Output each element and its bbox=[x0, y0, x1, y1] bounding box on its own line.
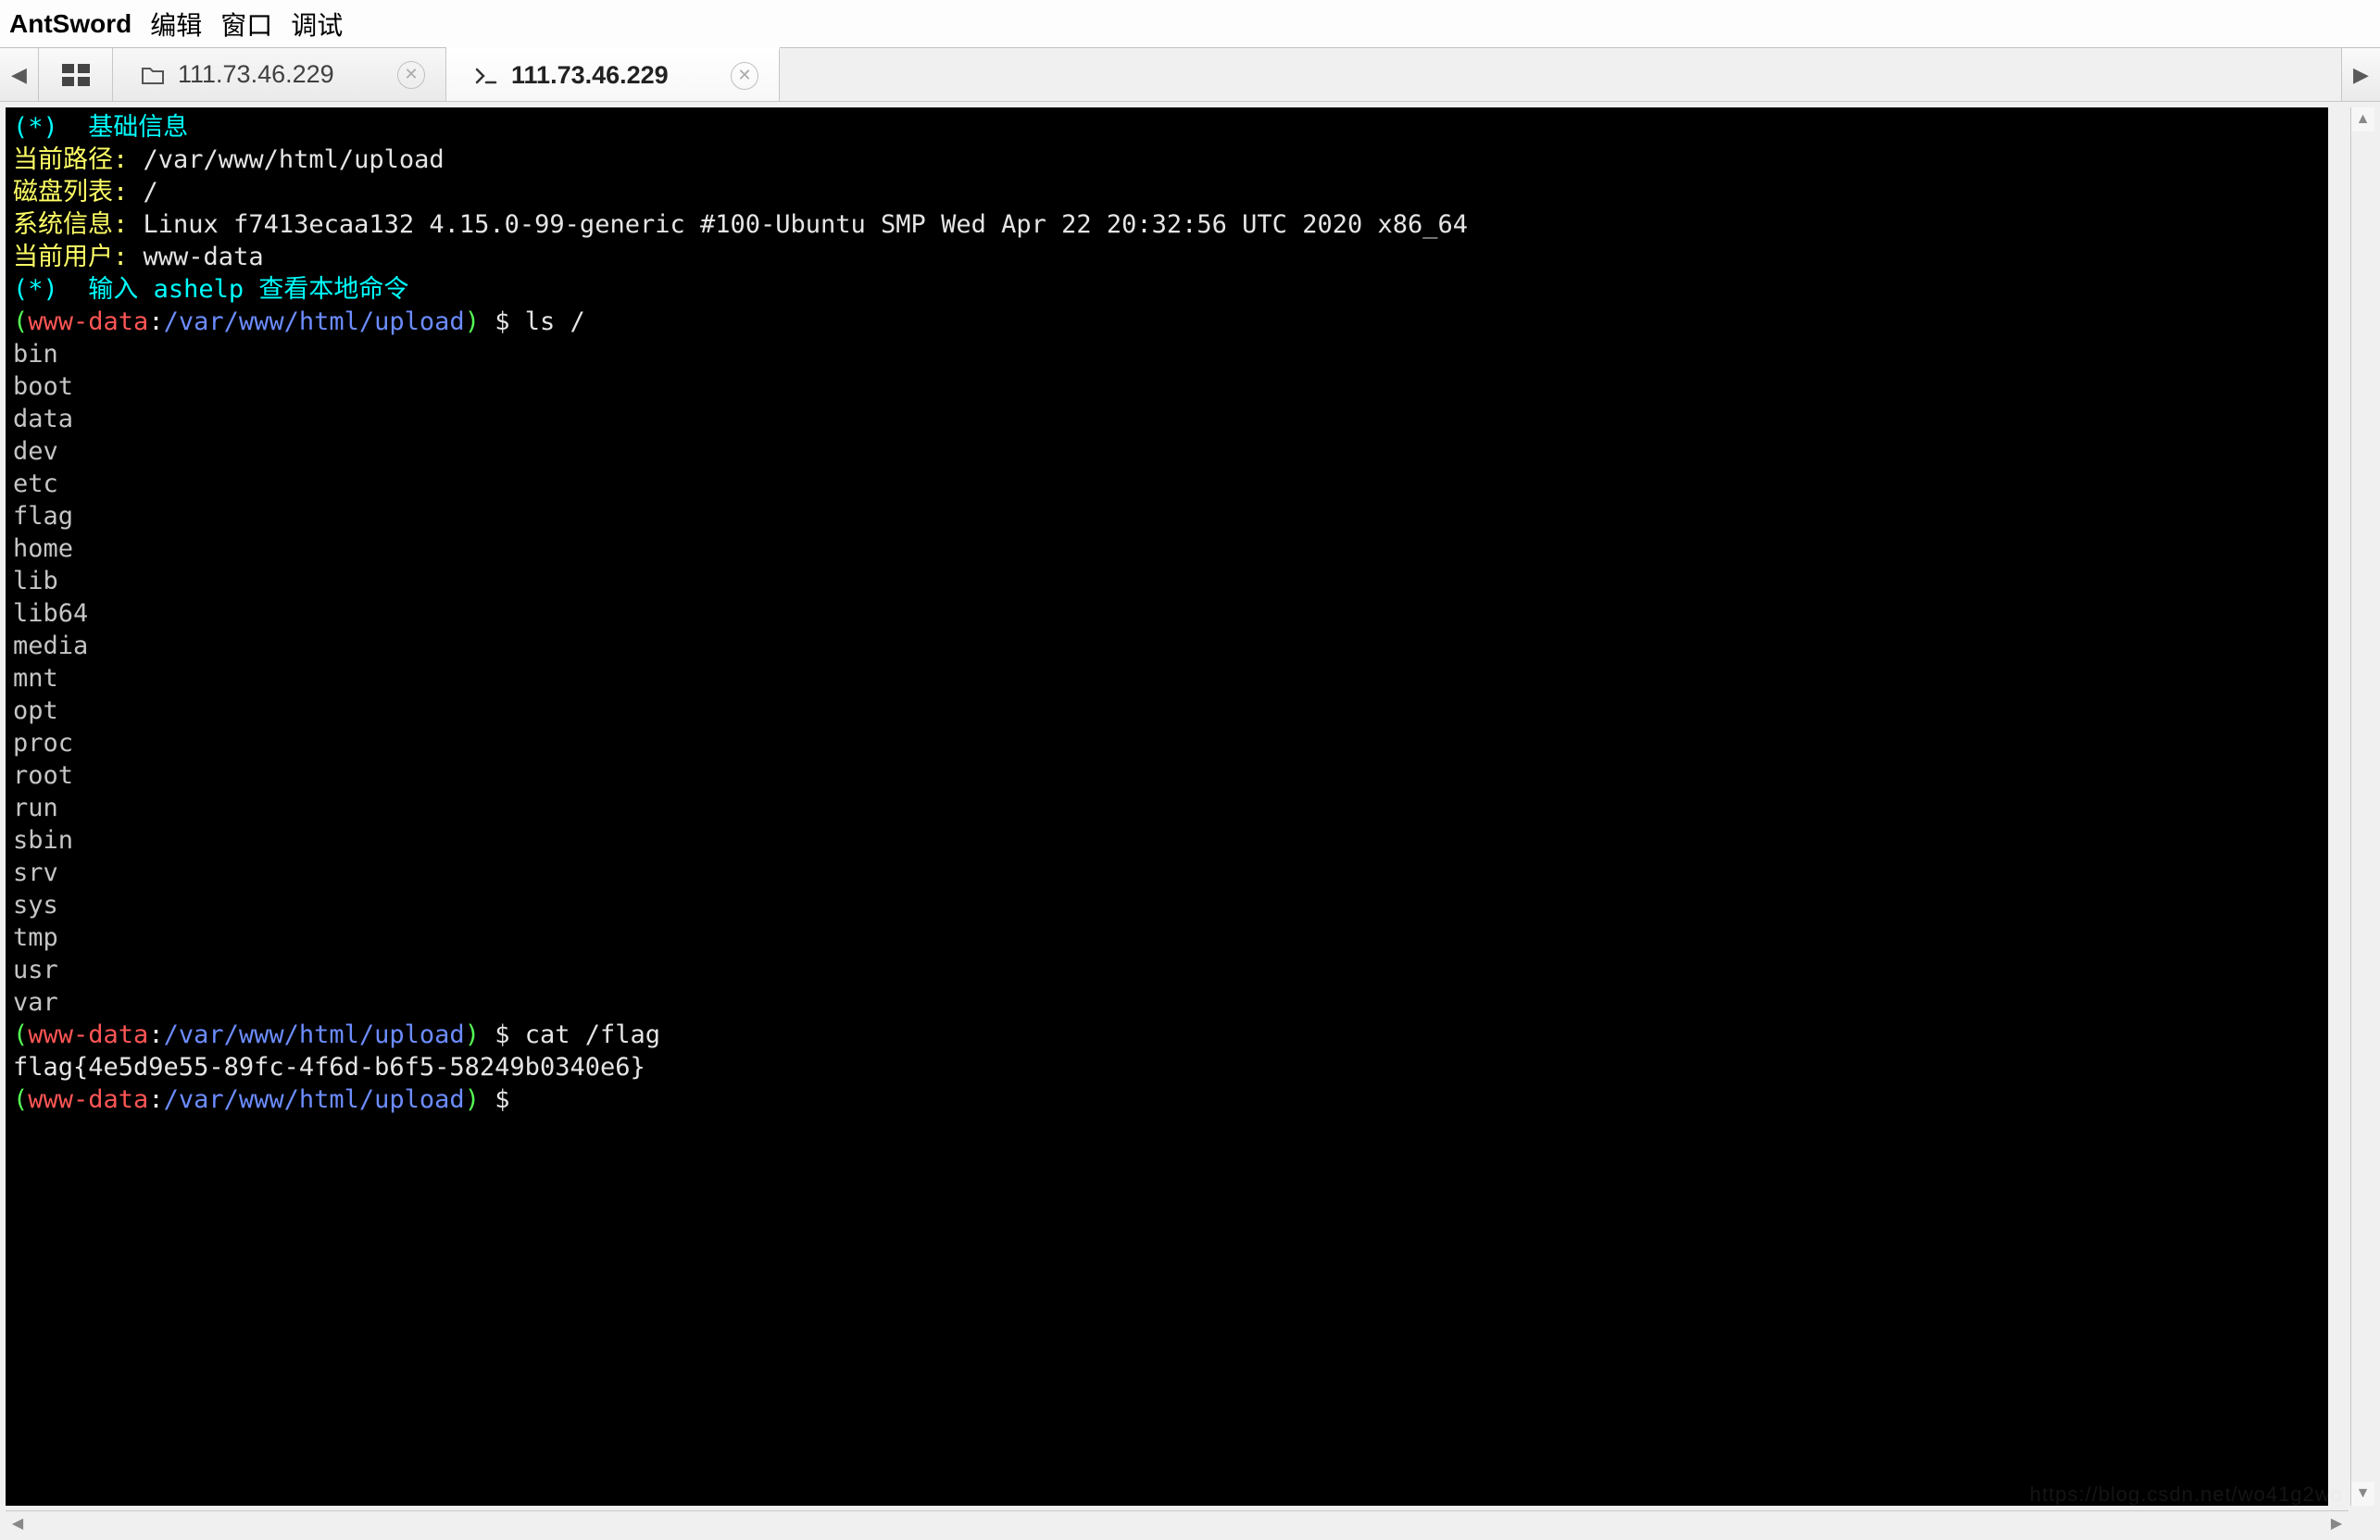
close-icon[interactable]: ✕ bbox=[731, 62, 758, 90]
user-value: www-data bbox=[144, 243, 264, 271]
path-label: 当前路径: bbox=[13, 145, 128, 174]
terminal[interactable]: (*) 基础信息 当前路径: /var/www/html/upload 磁盘列表… bbox=[6, 107, 2328, 1506]
disk-label: 磁盘列表: bbox=[13, 178, 128, 207]
app-name: AntSword bbox=[9, 9, 132, 39]
tab-scroll-left[interactable]: ◀ bbox=[0, 48, 39, 101]
watermark: https://blog.csdn.net/wo41g2wo bbox=[2030, 1483, 2343, 1507]
menu-bar: AntSword 编辑 窗口 调试 bbox=[0, 0, 2380, 48]
tab-file-manager[interactable]: 111.73.46.229 ✕ bbox=[113, 48, 446, 101]
tab-strip: ◀ 111.73.46.229 ✕ 111.73.46.229 ✕ ▶ bbox=[0, 48, 2380, 102]
tab-scroll-right[interactable]: ▶ bbox=[2341, 48, 2380, 101]
scroll-right-icon[interactable]: ▶ bbox=[2324, 1511, 2349, 1534]
disk-value: / bbox=[144, 178, 158, 207]
cat-output: flag{4e5d9e55-89fc-4f6d-b6f5-58249b0340e… bbox=[13, 1053, 645, 1082]
terminal-icon bbox=[474, 66, 498, 86]
ls-output: bin boot data dev etc flag home lib lib6… bbox=[13, 340, 88, 1017]
horizontal-scrollbar[interactable]: ◀ ▶ bbox=[6, 1510, 2349, 1534]
cmd-cat: cat /flag bbox=[525, 1020, 660, 1049]
path-value: /var/www/html/upload bbox=[144, 145, 445, 174]
vertical-scrollbar[interactable]: ▲ ▼ bbox=[2350, 107, 2374, 1506]
grid-icon bbox=[62, 64, 90, 86]
folder-icon bbox=[141, 65, 165, 85]
scroll-left-icon[interactable]: ◀ bbox=[6, 1511, 30, 1534]
close-icon[interactable]: ✕ bbox=[397, 61, 425, 89]
menu-item-window[interactable]: 窗口 bbox=[220, 6, 272, 43]
home-grid-button[interactable] bbox=[39, 48, 113, 101]
tab-label: 111.73.46.229 bbox=[511, 61, 669, 90]
terminal-container: (*) 基础信息 当前路径: /var/www/html/upload 磁盘列表… bbox=[0, 102, 2380, 1540]
cmd-ls: ls / bbox=[525, 307, 585, 336]
menu-item-edit[interactable]: 编辑 bbox=[150, 6, 202, 43]
scroll-down-icon[interactable]: ▼ bbox=[2351, 1482, 2374, 1506]
tab-terminal[interactable]: 111.73.46.229 ✕ bbox=[446, 47, 780, 101]
user-label: 当前用户: bbox=[13, 243, 128, 271]
sys-value: Linux f7413ecaa132 4.15.0-99-generic #10… bbox=[144, 210, 1468, 239]
tab-label: 111.73.46.229 bbox=[178, 60, 334, 89]
menu-item-debug[interactable]: 调试 bbox=[291, 6, 343, 43]
scroll-track[interactable] bbox=[30, 1511, 2324, 1534]
sys-label: 系统信息: bbox=[13, 210, 128, 239]
scroll-up-icon[interactable]: ▲ bbox=[2351, 107, 2374, 131]
scroll-track[interactable] bbox=[2351, 131, 2374, 1482]
